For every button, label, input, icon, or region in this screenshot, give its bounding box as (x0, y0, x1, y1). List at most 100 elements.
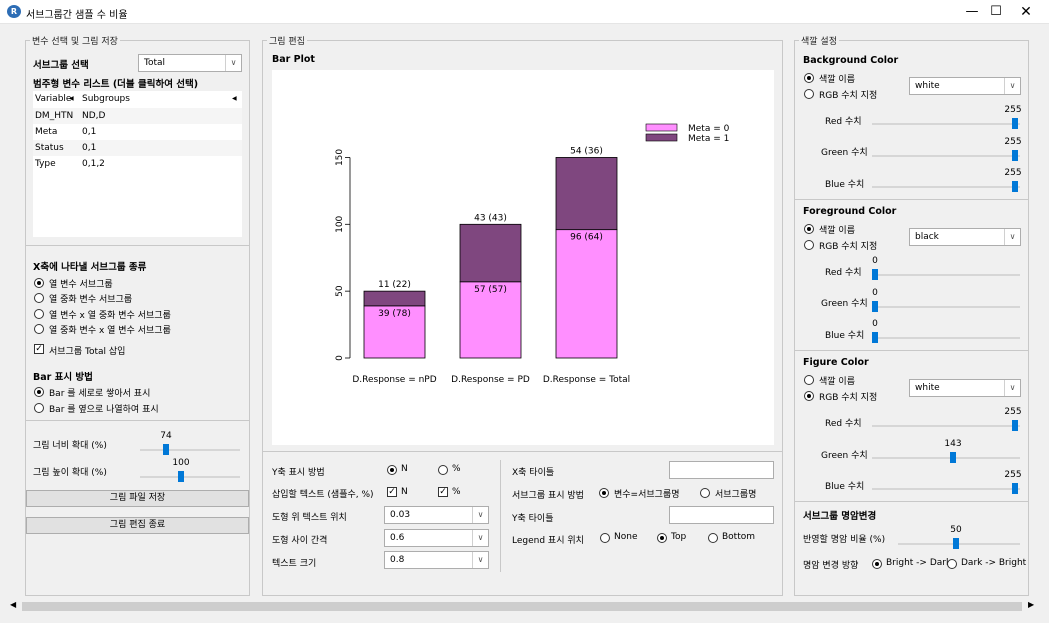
bg-color-value: white (915, 81, 940, 91)
data-label: 57 (57) (474, 285, 507, 295)
column-header-subgroups[interactable]: Subgroups (82, 91, 130, 107)
x-title-input[interactable] (669, 461, 774, 479)
dark-to-bright-radio[interactable] (947, 559, 957, 569)
bg-rgb-radio[interactable] (804, 89, 814, 99)
legend-top-radio[interactable] (657, 533, 667, 543)
fig-red-slider[interactable] (1012, 420, 1018, 431)
fig-color-title: Figure Color (803, 357, 869, 368)
text-size-select[interactable]: 0.8 ∨ (384, 551, 489, 569)
chevron-down-icon: ∨ (472, 552, 488, 568)
fg-rgb-radio[interactable] (804, 240, 814, 250)
fg-color-select[interactable]: black ∨ (909, 228, 1021, 246)
fig-color-select[interactable]: white ∨ (909, 379, 1021, 397)
data-label: 39 (78) (378, 309, 411, 319)
bg-red-slider[interactable] (1012, 118, 1018, 129)
fig-green-slider[interactable] (950, 452, 956, 463)
table-row[interactable]: Type 0,1,2 (33, 156, 242, 172)
brightness-ratio-track[interactable] (898, 543, 1020, 545)
text-position-select[interactable]: 0.03 ∨ (384, 506, 489, 524)
table-row[interactable]: Status 0,1 (33, 140, 242, 156)
subgroup-display-opt2-radio[interactable] (700, 488, 710, 498)
fig-blue-slider[interactable] (1012, 483, 1018, 494)
y-title-input[interactable] (669, 506, 774, 524)
bg-red-value: 255 (1004, 105, 1022, 115)
fg-blue-slider[interactable] (872, 332, 878, 343)
fg-green-track[interactable] (872, 306, 1020, 308)
subgroup-display-opt1-label: 변수=서브그룹명 (614, 490, 680, 500)
bar-stacked-radio[interactable] (34, 387, 44, 397)
legend-none-radio[interactable] (600, 533, 610, 543)
height-scale-slider[interactable] (178, 471, 184, 482)
height-scale-value: 100 (172, 458, 190, 468)
divider (263, 451, 782, 452)
fig-color-name-radio[interactable] (804, 375, 814, 385)
center-panel-title: 그림 편집 (267, 34, 307, 47)
bg-blue-track[interactable] (872, 186, 1020, 188)
bg-red-track[interactable] (872, 123, 1020, 125)
close-icon[interactable]: ✕ (1003, 0, 1049, 24)
column-header-variable[interactable]: Variable (35, 91, 71, 107)
subgroup-select[interactable]: Total ∨ (138, 54, 242, 72)
y-method-n-radio[interactable] (387, 465, 397, 475)
title-bar: R 서브그룹간 샘플 수 비율 — ☐ ✕ (0, 0, 1049, 24)
bar-side-radio[interactable] (34, 403, 44, 413)
xaxis-option-2-radio[interactable] (34, 293, 44, 303)
x-category-label: D.Response = Total (543, 375, 630, 385)
bg-red-label: Red 수치 (825, 117, 862, 127)
xaxis-option-4-radio[interactable] (34, 324, 44, 334)
legend-swatch (645, 133, 678, 142)
bg-blue-value: 255 (1004, 168, 1022, 178)
subgroup-display-opt1-radio[interactable] (599, 488, 609, 498)
variable-table[interactable]: Variable Subgroups ◀ ◀ DM_HTN ND,D Meta … (33, 91, 242, 237)
y-method-pct-radio[interactable] (438, 465, 448, 475)
x-title-label: X축 타이틀 (512, 468, 555, 478)
fg-red-slider[interactable] (872, 269, 878, 280)
divider (26, 420, 249, 421)
table-row[interactable]: Meta 0,1 (33, 124, 242, 140)
insert-n-checkbox[interactable]: ✓ (387, 487, 397, 497)
bar-meta1 (459, 223, 522, 283)
fig-blue-track[interactable] (872, 488, 1020, 490)
bg-green-track[interactable] (872, 155, 1020, 157)
y-method-label: Y축 표시 방법 (272, 468, 325, 478)
table-cell-variable: Meta (35, 127, 58, 137)
table-cell-subgroups: 0,1 (82, 127, 97, 137)
scrollbar-thumb[interactable] (22, 602, 1022, 611)
bright-to-dark-radio[interactable] (872, 559, 882, 569)
insert-pct-checkbox[interactable]: ✓ (438, 487, 448, 497)
save-figure-button[interactable]: 그림 파일 저장 (26, 490, 249, 507)
fig-rgb-radio[interactable] (804, 391, 814, 401)
insert-text-label: 삽입할 텍스트 (샘플수, %) (272, 490, 374, 500)
bg-blue-slider[interactable] (1012, 181, 1018, 192)
fg-color-name-radio[interactable] (804, 224, 814, 234)
bg-color-name-radio[interactable] (804, 73, 814, 83)
divider (26, 245, 249, 246)
table-row[interactable]: DM_HTN ND,D (33, 108, 242, 124)
fg-blue-track[interactable] (872, 337, 1020, 339)
bg-green-slider[interactable] (1012, 150, 1018, 161)
scroll-right-icon[interactable]: ▶ (1028, 600, 1034, 609)
height-scale-track[interactable] (140, 476, 240, 478)
xaxis-option-1-radio[interactable] (34, 278, 44, 288)
fg-red-track[interactable] (872, 274, 1020, 276)
data-label: 54 (36) (570, 146, 603, 156)
brightness-ratio-slider[interactable] (953, 538, 959, 549)
fig-green-track[interactable] (872, 457, 1020, 459)
bar-gap-select[interactable]: 0.6 ∨ (384, 529, 489, 547)
legend-bottom-radio[interactable] (708, 533, 718, 543)
fig-red-track[interactable] (872, 425, 1020, 427)
width-scale-track[interactable] (140, 449, 240, 451)
horizontal-scrollbar[interactable]: ◀ ▶ (8, 600, 1038, 613)
scroll-left-icon[interactable]: ◀ (10, 600, 16, 609)
divider (795, 350, 1028, 351)
bar-display-title: Bar 표시 방법 (33, 372, 93, 383)
bg-color-select[interactable]: white ∨ (909, 77, 1021, 95)
width-scale-slider[interactable] (163, 444, 169, 455)
xaxis-option-3-radio[interactable] (34, 309, 44, 319)
y-tick-label: 100 (335, 215, 345, 232)
end-edit-button[interactable]: 그림 편집 종료 (26, 517, 249, 534)
fg-green-slider[interactable] (872, 301, 878, 312)
fg-color-value: black (915, 232, 939, 242)
chevron-down-icon: ∨ (1004, 78, 1020, 94)
total-insert-checkbox[interactable]: ✓ (34, 344, 44, 354)
